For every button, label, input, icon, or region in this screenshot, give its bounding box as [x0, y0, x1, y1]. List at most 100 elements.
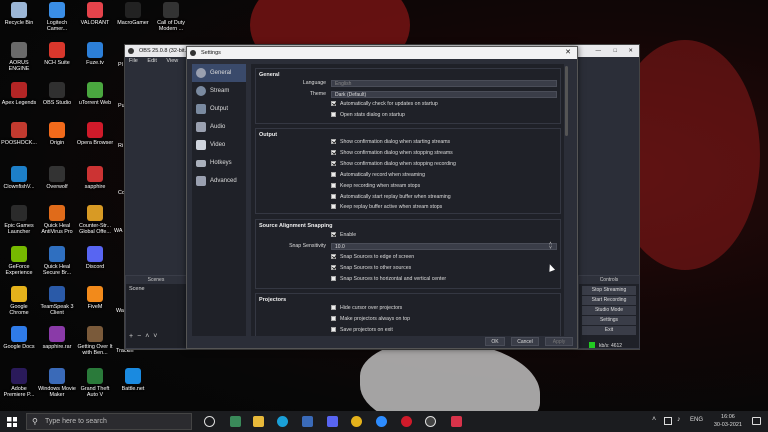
cancel-button[interactable]: Cancel	[511, 337, 539, 346]
menu-view[interactable]: View	[166, 58, 178, 64]
close-icon[interactable]: ✕	[565, 47, 571, 59]
keep-recording-option[interactable]: Keep recording when stream stops	[331, 183, 420, 190]
desktop-icon[interactable]: Windows Movie Maker	[38, 368, 76, 398]
sidebar-item-video[interactable]: Video	[192, 136, 246, 154]
settings-scrollbar[interactable]	[564, 64, 569, 336]
desktop-icon[interactable]: sapphire	[76, 166, 114, 190]
confirm-stop-stream-option[interactable]: Show confirmation dialog when stopping s…	[331, 150, 453, 157]
snap-center-option[interactable]: Snap Sources to horizontal and vertical …	[331, 276, 446, 283]
close-icon[interactable]: ✕	[628, 45, 633, 57]
desktop-icon[interactable]: Google Docs	[0, 326, 38, 350]
desktop-icon-label[interactable]: Wa	[116, 308, 124, 314]
checkbox[interactable]	[331, 101, 336, 106]
checkbox[interactable]	[331, 305, 336, 310]
desktop-icon[interactable]: Quick Heal AntiVirus Pro	[38, 205, 76, 235]
desktop-icon[interactable]: NCH Suite	[38, 42, 76, 66]
desktop-icon[interactable]: ClownfishV...	[0, 166, 38, 190]
projectors-on-top-option[interactable]: Make projectors always on top	[331, 316, 410, 323]
movie-maker-icon[interactable]	[302, 416, 313, 427]
checkbox[interactable]	[331, 204, 336, 209]
checkbox[interactable]	[331, 276, 336, 281]
discord-icon[interactable]	[327, 416, 338, 427]
keep-replay-buffer-option[interactable]: Keep replay buffer active when stream st…	[331, 204, 442, 211]
desktop-icon[interactable]: AORUS ENGINE	[0, 42, 38, 72]
chrome-icon[interactable]	[351, 416, 362, 427]
snap-sensitivity-input[interactable]: 10.0	[331, 243, 557, 250]
hide-cursor-option[interactable]: Hide cursor over projectors	[331, 305, 402, 312]
sidebar-item-general[interactable]: General	[192, 64, 246, 82]
desktop-icon[interactable]: Quick Heal Secure Br...	[38, 246, 76, 276]
checkbox[interactable]	[331, 194, 336, 199]
zoom-icon[interactable]	[376, 416, 387, 427]
edge-icon[interactable]	[277, 416, 288, 427]
remove-scene-icon[interactable]: −	[137, 333, 145, 340]
chevron-down-icon[interactable]: ˅	[153, 333, 161, 340]
desktop-icon[interactable]: Discord	[76, 246, 114, 270]
desktop-icon[interactable]: Getting Over It with Ben...	[76, 326, 114, 356]
desktop-icon[interactable]: Adobe Premiere P...	[0, 368, 38, 398]
settings-titlebar[interactable]: Settings ✕	[187, 47, 577, 59]
desktop-icon-label[interactable]: Pl	[118, 62, 123, 68]
checkbox[interactable]	[331, 232, 336, 237]
desktop-icon[interactable]: POOSHOCK...	[0, 122, 38, 146]
tray-chevron-icon[interactable]: ˄	[652, 416, 656, 423]
task-view-icon[interactable]	[204, 416, 215, 427]
windows-start-icon[interactable]	[7, 417, 17, 427]
taskbar-search-input[interactable]: ⚲ Type here to search	[26, 413, 192, 430]
sidebar-item-stream[interactable]: Stream	[192, 82, 246, 100]
theme-select[interactable]: Dark (Default)	[331, 91, 557, 98]
start-recording-button[interactable]: Start Recording	[582, 296, 636, 305]
desktop-icon[interactable]: Origin	[38, 122, 76, 146]
checkbox[interactable]	[331, 254, 336, 259]
desktop-icon[interactable]: OBS Studio	[38, 82, 76, 106]
auto-replay-buffer-option[interactable]: Automatically start replay buffer when s…	[331, 194, 451, 201]
desktop-icon[interactable]: Counter-Str... Global Offe...	[76, 205, 114, 235]
desktop-icon[interactable]: Apex Legends	[0, 82, 38, 106]
snap-sources-option[interactable]: Snap Sources to other sources	[331, 265, 411, 272]
app-taskbar-icon[interactable]	[451, 416, 462, 427]
sidebar-item-output[interactable]: Output	[192, 100, 246, 118]
desktop-icon[interactable]: Fuze.tv	[76, 42, 114, 66]
snap-edge-option[interactable]: Snap Sources to edge of screen	[331, 254, 414, 261]
desktop-icon[interactable]: Opera Browser	[76, 122, 114, 146]
media-player-icon[interactable]	[230, 416, 241, 427]
language-select[interactable]: English	[331, 80, 557, 87]
scene-item[interactable]: Scene	[126, 284, 186, 294]
notification-icon[interactable]	[752, 417, 761, 425]
language-indicator[interactable]: ENG	[690, 417, 703, 423]
add-scene-icon[interactable]: +	[129, 333, 137, 340]
desktop-icon[interactable]: Call of Duty Modern ...	[152, 2, 190, 32]
desktop-icon[interactable]: VALORANT	[76, 2, 114, 26]
checkbox[interactable]	[331, 172, 336, 177]
ok-button[interactable]: OK	[485, 337, 505, 346]
save-projectors-option[interactable]: Save projectors on exit	[331, 327, 393, 334]
obs-taskbar-icon[interactable]	[425, 416, 436, 427]
scrollbar-thumb[interactable]	[565, 66, 568, 136]
checkbox[interactable]	[331, 265, 336, 270]
network-icon[interactable]	[664, 417, 672, 425]
menu-edit[interactable]: Edit	[147, 58, 156, 64]
desktop-icon[interactable]: Epic Games Launcher	[0, 205, 38, 235]
exit-button[interactable]: Exit	[582, 326, 636, 335]
open-stats-option[interactable]: Open stats dialog on startup	[331, 112, 405, 119]
checkbox[interactable]	[331, 112, 336, 117]
volume-icon[interactable]: ♪	[677, 416, 681, 423]
opera-icon[interactable]	[401, 416, 412, 427]
desktop-icon[interactable]: Overwolf	[38, 166, 76, 190]
desktop-icon[interactable]: Google Chrome	[0, 286, 38, 316]
check-updates-option[interactable]: Automatically check for updates on start…	[331, 101, 438, 108]
sidebar-item-hotkeys[interactable]: Hotkeys	[192, 154, 246, 172]
sidebar-item-advanced[interactable]: Advanced	[192, 172, 246, 190]
desktop-icon[interactable]: uTorrent Web	[76, 82, 114, 106]
studio-mode-button[interactable]: Studio Mode	[582, 306, 636, 315]
menu-file[interactable]: File	[129, 58, 138, 64]
clock[interactable]: 16:06 30-03-2021	[714, 413, 742, 429]
desktop-icon[interactable]: Battle.net	[114, 368, 152, 392]
maximize-icon[interactable]: □	[614, 45, 617, 57]
file-explorer-icon[interactable]	[253, 416, 264, 427]
settings-button[interactable]: Settings	[582, 316, 636, 325]
stop-streaming-button[interactable]: Stop Streaming	[582, 286, 636, 295]
desktop-icon-label[interactable]: WA	[114, 228, 122, 234]
desktop-icon[interactable]: Grand Theft Auto V	[76, 368, 114, 398]
auto-record-option[interactable]: Automatically record when streaming	[331, 172, 425, 179]
